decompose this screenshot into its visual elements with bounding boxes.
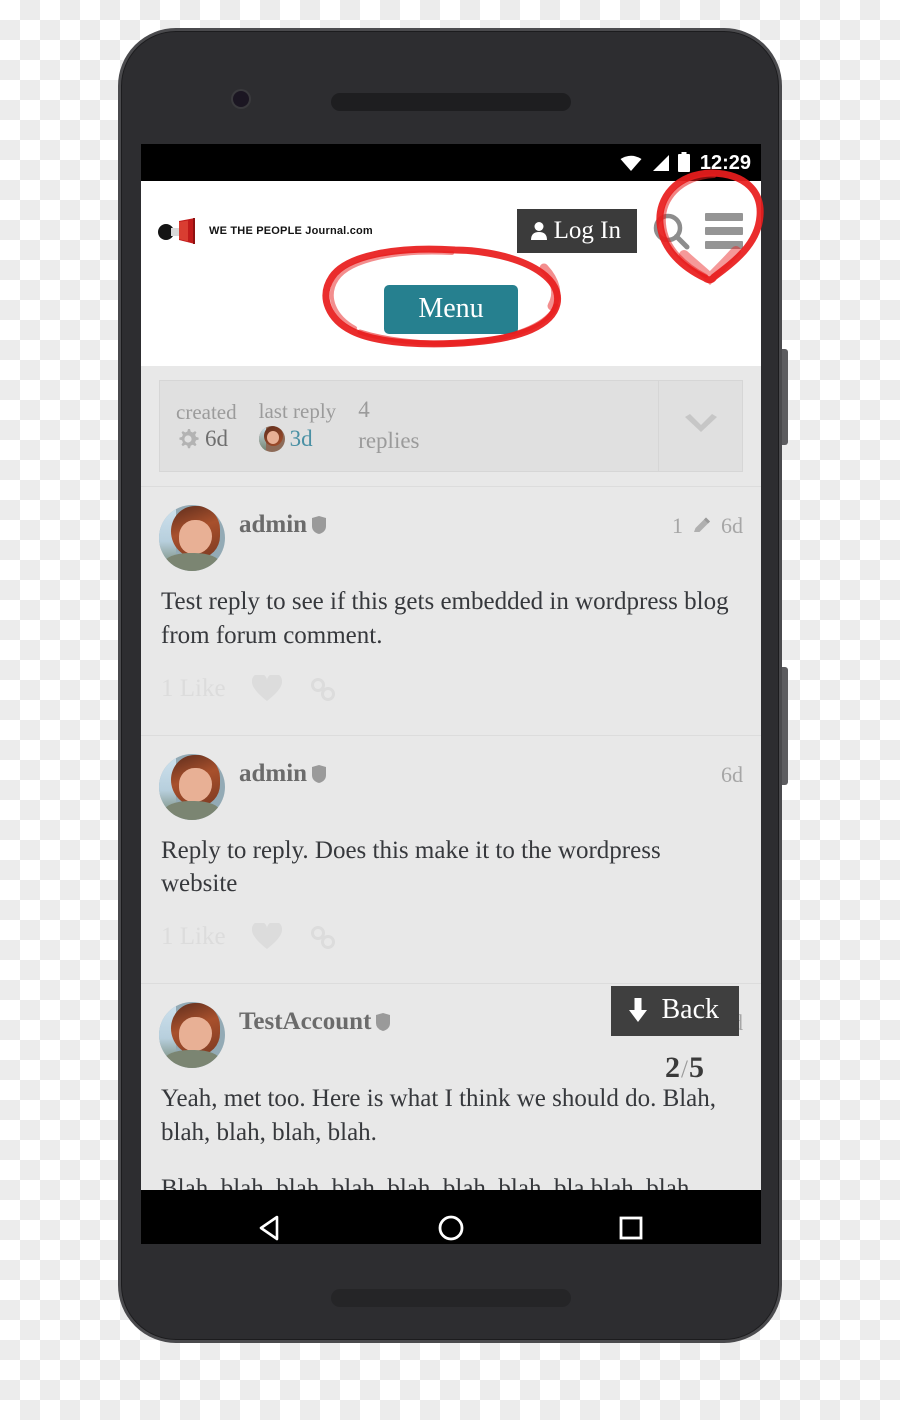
power-button[interactable] <box>782 667 788 785</box>
progress-separator: / <box>681 1056 689 1083</box>
progress-total: 5 <box>689 1051 705 1084</box>
circle-home-icon <box>438 1215 464 1240</box>
menu-button[interactable]: Menu <box>384 285 518 335</box>
heart-icon[interactable] <box>251 674 282 703</box>
post-progress-indicator[interactable]: 2/5 <box>665 1051 705 1085</box>
shield-icon <box>312 764 327 783</box>
phone-device: 12:29 WE THE PEOPLE Journal.com Log In M… <box>118 28 788 1343</box>
post-actions: 1 Like <box>159 901 743 969</box>
nav-recents-button[interactable] <box>596 1193 666 1245</box>
like-count: 1 Like <box>161 923 226 950</box>
earpiece-speaker <box>331 93 571 111</box>
post-meta: 6d <box>721 762 743 788</box>
hamburger-bar-3 <box>705 241 743 249</box>
post-body: Reply to reply. Does this make it to the… <box>159 820 743 902</box>
post-time: 6d <box>721 513 743 538</box>
bottom-speaker <box>331 1289 571 1307</box>
search-icon <box>653 213 690 250</box>
login-button-label: Log In <box>553 217 621 244</box>
front-camera-icon <box>233 91 249 107</box>
post-body: Yeah, met too. Here is what I think we s… <box>159 1068 743 1190</box>
topic-replies-count: 4 <box>358 397 370 423</box>
post-item: admin 6d Reply to reply. Does this make … <box>141 734 761 970</box>
header-menu-row: Menu <box>141 281 761 335</box>
post-paragraph: Test reply to see if this gets embedded … <box>161 588 729 649</box>
link-icon[interactable] <box>308 675 338 703</box>
avatar[interactable] <box>159 753 225 820</box>
like-count: 1 Like <box>161 674 226 702</box>
topic-meta-bar: created 6d last reply 3d 4 replies <box>159 380 743 472</box>
post-paragraph: Blah, blah, blah, blah, blah, blah, blah… <box>161 1174 696 1191</box>
post-paragraph: Reply to reply. Does this make it to the… <box>161 836 661 898</box>
triangle-back-icon <box>259 1215 279 1240</box>
post-body: Test reply to see if this gets embedded … <box>159 571 743 653</box>
shield-icon <box>312 516 327 534</box>
topic-replies-column: 4 replies <box>358 396 419 456</box>
site-logo-text: WE THE PEOPLE Journal.com <box>209 225 373 237</box>
site-header: WE THE PEOPLE Journal.com Log In Menu <box>141 181 761 366</box>
post-item: admin 1 6d Test reply to see if this get… <box>141 486 761 721</box>
post-author[interactable]: TestAccount <box>239 1002 391 1036</box>
android-navigation-bar <box>141 1190 761 1244</box>
chevron-down-icon <box>684 414 717 432</box>
android-status-bar: 12:29 <box>141 144 761 181</box>
gear-icon <box>179 428 199 448</box>
pencil-icon[interactable] <box>691 515 713 537</box>
hamburger-bar-1 <box>705 213 743 221</box>
avatar[interactable] <box>159 505 225 571</box>
phone-screen: 12:29 WE THE PEOPLE Journal.com Log In M… <box>141 144 761 1244</box>
header-top-row: WE THE PEOPLE Journal.com Log In <box>141 181 761 281</box>
topic-created-time: 6d <box>205 425 228 451</box>
login-button[interactable]: Log In <box>516 209 637 253</box>
topic-lastreply-time[interactable]: 3d <box>290 426 313 451</box>
arrow-down-icon <box>629 998 648 1022</box>
post-author[interactable]: admin <box>239 754 327 788</box>
nav-home-button[interactable] <box>416 1193 486 1245</box>
nav-back-button[interactable] <box>236 1193 306 1245</box>
topic-created-value: 6d <box>176 426 237 451</box>
post-header: admin 1 6d <box>159 505 743 571</box>
status-bar-clock: 12:29 <box>699 151 751 174</box>
avatar[interactable] <box>159 1002 225 1068</box>
signal-icon <box>652 154 669 171</box>
battery-icon <box>677 152 690 172</box>
progress-current: 2 <box>665 1051 682 1084</box>
heart-icon[interactable] <box>251 923 282 951</box>
topic-lastreply-label: last reply <box>258 399 337 424</box>
forum-content: created 6d last reply 3d 4 replies admin… <box>141 366 761 1190</box>
search-button[interactable] <box>637 211 701 251</box>
topic-meta-columns: created 6d last reply 3d 4 replies <box>160 381 658 471</box>
post-author-name: TestAccount <box>239 1008 372 1035</box>
square-recents-icon <box>619 1216 643 1239</box>
wifi-icon <box>620 155 642 171</box>
post-meta: 1 6d <box>672 513 743 539</box>
post-time: 6d <box>721 761 743 787</box>
avatar[interactable] <box>258 425 285 452</box>
topic-created-label: created <box>176 399 237 424</box>
back-button[interactable]: Back <box>611 986 739 1036</box>
post-actions: 1 Like <box>159 653 743 721</box>
hamburger-bar-2 <box>705 227 743 235</box>
shield-icon <box>376 1013 391 1031</box>
site-logo[interactable]: WE THE PEOPLE Journal.com <box>157 217 517 245</box>
post-edit-count: 1 <box>672 513 683 538</box>
post-paragraph: Yeah, met too. Here is what I think we s… <box>161 1085 717 1146</box>
horn-icon <box>158 218 195 244</box>
post-author-name: admin <box>239 759 308 787</box>
hamburger-menu-button[interactable] <box>701 213 747 249</box>
topic-lastreply-value: 3d <box>258 425 337 452</box>
post-header: admin 6d <box>159 753 743 820</box>
topic-replies-label: replies <box>358 428 420 453</box>
topic-expand-toggle[interactable] <box>658 381 742 471</box>
topic-created-column: created 6d <box>176 399 237 451</box>
post-author[interactable]: admin <box>239 505 327 539</box>
user-icon <box>530 221 547 240</box>
link-icon[interactable] <box>308 923 338 951</box>
volume-button[interactable] <box>782 349 788 445</box>
topic-lastreply-column: last reply 3d <box>258 399 337 452</box>
back-button-label: Back <box>661 994 719 1025</box>
post-author-name: admin <box>239 511 308 538</box>
